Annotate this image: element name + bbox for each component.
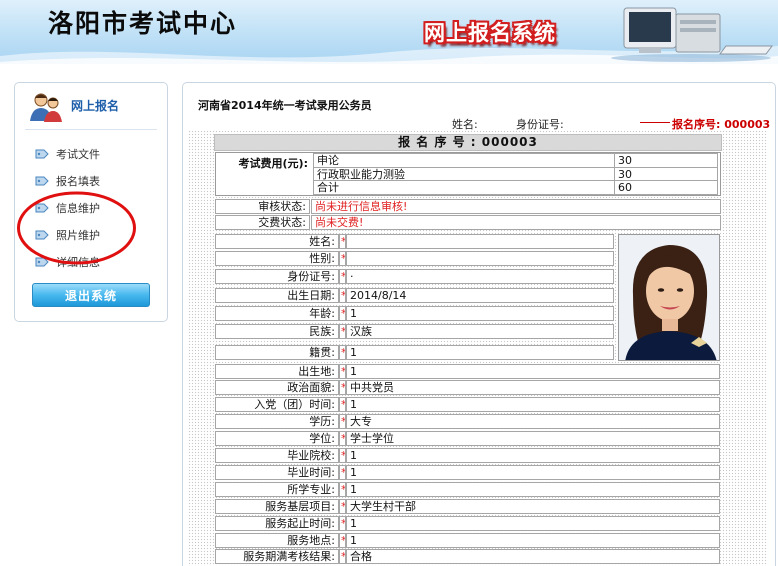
field-major-input[interactable]: 1 — [346, 482, 720, 497]
applicant-photo-image — [619, 235, 719, 360]
field-label-birthplace: 出生地: — [215, 364, 339, 379]
sidebar-item-exam-files[interactable]: 考试文件 — [35, 146, 100, 162]
field-political-status-select[interactable]: 中共党员 — [346, 380, 720, 395]
sidebar-title: 网上报名 — [71, 99, 120, 113]
field-degree-select[interactable]: 学士学位 — [346, 431, 720, 446]
sidebar-item-details[interactable]: 详细信息 — [35, 254, 100, 270]
field-party-join-time-input[interactable]: 1 — [346, 397, 720, 412]
field-label-id-number: 身份证号: — [215, 269, 339, 284]
sidebar-item-label: 照片维护 — [56, 229, 100, 242]
field-label-service-location: 服务地点: — [215, 533, 339, 548]
required-mark: * — [339, 465, 346, 480]
sidebar-item-label: 信息维护 — [56, 202, 100, 215]
field-label-name: 姓名: — [215, 234, 339, 249]
field-label-gender: 性别: — [215, 251, 339, 266]
fee-label: 考试费用(元): — [238, 157, 308, 170]
field-label-grassroots-project: 服务基层项目: — [215, 499, 339, 514]
tag-icon — [35, 176, 49, 186]
field-graduation-time-input[interactable]: 1 — [346, 465, 720, 480]
sidebar-item-label: 详细信息 — [56, 256, 100, 269]
field-label-graduation-time: 毕业时间: — [215, 465, 339, 480]
tag-icon — [35, 257, 49, 267]
users-icon — [30, 93, 62, 122]
logout-button[interactable]: 退出系统 — [32, 283, 150, 307]
fee-total-amount: 60 — [614, 180, 718, 195]
required-mark: * — [339, 345, 346, 360]
exam-title: 河南省2014年统一考试录用公务员 — [198, 99, 372, 112]
sidebar-divider — [25, 129, 157, 130]
field-label-major: 所学专业: — [215, 482, 339, 497]
field-service-evaluation-select[interactable]: 合格 — [346, 549, 720, 564]
fee-total-label: 合计 — [313, 180, 615, 195]
field-label-graduate-school: 毕业院校: — [215, 448, 339, 463]
applicant-photo — [618, 234, 720, 361]
required-mark: * — [339, 380, 346, 395]
required-mark: * — [339, 431, 346, 446]
system-title: 网上报名系统 — [424, 21, 556, 45]
required-mark: * — [339, 306, 346, 321]
field-label-degree: 学位: — [215, 431, 339, 446]
field-label-service-period: 服务起止时间: — [215, 516, 339, 531]
required-mark: * — [339, 549, 346, 564]
field-service-location-input[interactable]: 1 — [346, 533, 720, 548]
field-id-number-input[interactable]: · — [346, 269, 614, 284]
fee-item-name: 申论 — [313, 153, 615, 168]
registration-bar: 报 名 序 号 : 000003 — [214, 134, 722, 151]
payment-status-value: 尚未交费! — [311, 215, 721, 230]
required-mark: * — [339, 533, 346, 548]
sidebar-item-label: 考试文件 — [56, 148, 100, 161]
required-mark: * — [339, 324, 346, 339]
field-ethnicity-select[interactable]: 汉族 — [346, 324, 614, 339]
required-mark: * — [339, 251, 346, 266]
required-mark: * — [339, 288, 346, 303]
field-label-education: 学历: — [215, 414, 339, 429]
field-service-period-input[interactable]: 1 — [346, 516, 720, 531]
fee-item-amount: 30 — [614, 153, 718, 168]
field-name-input[interactable] — [346, 234, 614, 249]
field-label-service-evaluation: 服务期满考核结果: — [215, 549, 339, 564]
field-age-input[interactable]: 1 — [346, 306, 614, 321]
required-mark: * — [339, 364, 346, 379]
summary-divider — [640, 122, 670, 123]
audit-status-value: 尚未进行信息审核! — [311, 199, 721, 214]
computer-icon — [611, 7, 773, 62]
sidebar-item-label: 报名填表 — [56, 175, 100, 188]
field-label-political-status: 政治面貌: — [215, 380, 339, 395]
required-mark: * — [339, 397, 346, 412]
required-mark: * — [339, 414, 346, 429]
field-label-party-join-time: 入党（团）时间: — [215, 397, 339, 412]
payment-status-label: 交费状态: — [215, 215, 310, 230]
audit-status-label: 审核状态: — [215, 199, 310, 214]
required-mark: * — [339, 269, 346, 284]
field-birthplace-input[interactable]: 1 — [346, 364, 720, 379]
sidebar-item-info-maintenance[interactable]: 信息维护 — [35, 200, 100, 216]
field-label-native-place: 籍贯: — [215, 345, 339, 360]
required-mark: * — [339, 448, 346, 463]
field-native-place-input[interactable]: 1 — [346, 345, 614, 360]
sidebar-item-photo-maintenance[interactable]: 照片维护 — [35, 227, 100, 243]
tag-icon — [35, 230, 49, 240]
required-mark: * — [339, 482, 346, 497]
field-gender-input[interactable] — [346, 251, 614, 266]
field-education-select[interactable]: 大专 — [346, 414, 720, 429]
site-header: 洛阳市考试中心 网上报名系统 — [0, 0, 778, 64]
site-title: 洛阳市考试中心 — [48, 9, 238, 38]
required-mark: * — [339, 516, 346, 531]
field-label-birth-date: 出生日期: — [215, 288, 339, 303]
field-label-ethnicity: 民族: — [215, 324, 339, 339]
sidebar-item-fill-form[interactable]: 报名填表 — [35, 173, 100, 189]
tag-icon — [35, 203, 49, 213]
field-graduate-school-input[interactable]: 1 — [346, 448, 720, 463]
sidebar: 网上报名 考试文件 报名填表 信息维护 照片维护 详细信息 退出系统 — [14, 82, 168, 322]
required-mark: * — [339, 234, 346, 249]
required-mark: * — [339, 499, 346, 514]
tag-icon — [35, 149, 49, 159]
field-birth-date-input[interactable]: 2014/8/14 — [346, 288, 614, 303]
field-label-age: 年龄: — [215, 306, 339, 321]
field-grassroots-project-select[interactable]: 大学生村干部 — [346, 499, 720, 514]
